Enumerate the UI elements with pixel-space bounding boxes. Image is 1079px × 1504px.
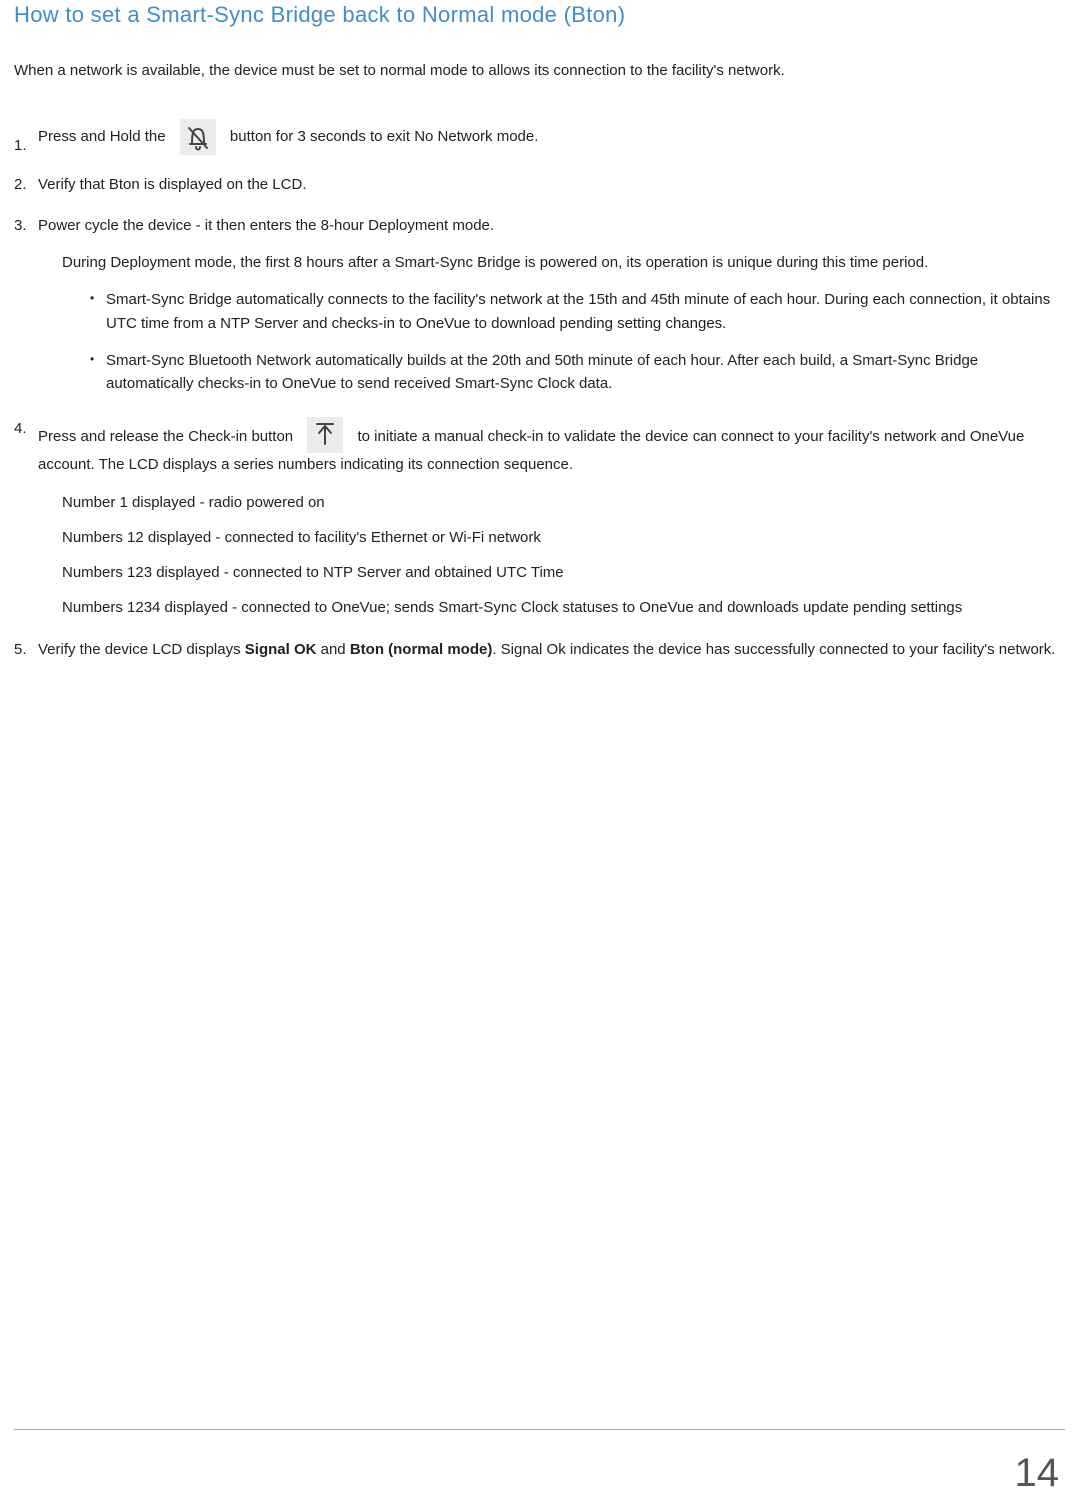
lcd-row: Numbers 1234 displayed - connected to On…	[62, 596, 1065, 619]
step-5-post: . Signal Ok indicates the device has suc…	[492, 641, 1055, 658]
instruction-list: Press and Hold the button for 3 seconds …	[14, 119, 1065, 661]
step-4-pre: Press and release the Check-in button	[38, 428, 293, 445]
step-1-pre: Press and Hold the	[38, 128, 166, 145]
step-5-bold1: Signal OK	[245, 641, 317, 658]
footer-rule	[14, 1429, 1065, 1430]
lcd-row: Numbers 12 displayed - connected to faci…	[62, 526, 1065, 549]
step-4-rows: Number 1 displayed - radio powered on Nu…	[62, 491, 1065, 620]
page-number: 14	[1015, 1451, 1060, 1496]
step-2: Verify that Bton is displayed on the LCD…	[14, 173, 1065, 196]
step-5-mid: and	[316, 641, 349, 658]
step-3: Power cycle the device - it then enters …	[14, 214, 1065, 396]
lcd-row: Number 1 displayed - radio powered on	[62, 491, 1065, 514]
step-4: Press and release the Check-in button to…	[14, 417, 1065, 619]
bullet-item: Smart-Sync Bluetooth Network automatical…	[90, 349, 1065, 396]
bullet-item: Smart-Sync Bridge automatically connects…	[90, 288, 1065, 335]
step-5: Verify the device LCD displays Signal OK…	[14, 638, 1065, 661]
step-3-sub: During Deployment mode, the first 8 hour…	[62, 251, 1065, 274]
upload-arrow-icon	[307, 417, 343, 453]
intro-paragraph: When a network is available, the device …	[14, 60, 1065, 83]
step-1-post: button for 3 seconds to exit No Network …	[230, 128, 539, 145]
step-1: Press and Hold the button for 3 seconds …	[14, 119, 1065, 155]
step-3-bullets: Smart-Sync Bridge automatically connects…	[90, 288, 1065, 395]
step-5-pre: Verify the device LCD displays	[38, 641, 245, 658]
lcd-row: Numbers 123 displayed - connected to NTP…	[62, 561, 1065, 584]
step-5-bold2: Bton (normal mode)	[350, 641, 493, 658]
section-heading: How to set a Smart-Sync Bridge back to N…	[14, 2, 1065, 28]
step-3-text: Power cycle the device - it then enters …	[38, 217, 494, 234]
bell-slash-icon	[180, 119, 216, 155]
